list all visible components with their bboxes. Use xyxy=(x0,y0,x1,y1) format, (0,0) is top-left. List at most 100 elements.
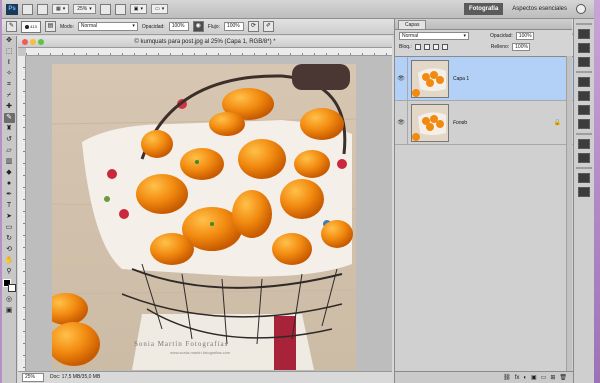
background-color[interactable] xyxy=(7,284,16,292)
mini-bridge-icon[interactable] xyxy=(37,3,48,15)
layers-panel: Capas Normal ▾ Opacidad: 100% Bloq.: Rell… xyxy=(394,19,573,383)
canvas-area[interactable]: Sonia Martín Fotografías www.sonia-marti… xyxy=(26,56,392,371)
opacity-field[interactable]: 100% xyxy=(168,22,189,31)
status-doc-size[interactable]: Doc: 17,5 MB/35,0 MB xyxy=(50,372,100,383)
blur-tool-icon[interactable]: ◆ xyxy=(4,168,15,178)
zoom-window-button[interactable] xyxy=(38,39,44,45)
horizontal-ruler[interactable] xyxy=(26,48,392,56)
type-tool-icon[interactable]: T xyxy=(4,201,15,211)
paths-icon[interactable] xyxy=(578,187,590,197)
healing-brush-tool-icon[interactable]: ✚ xyxy=(4,102,15,112)
3d-orbit-tool-icon[interactable]: ⟲ xyxy=(4,245,15,255)
histogram-icon[interactable] xyxy=(578,29,590,39)
new-group-icon[interactable]: ▭ xyxy=(541,374,547,381)
eraser-tool-icon[interactable]: ▱ xyxy=(4,146,15,156)
mode-select[interactable]: Normal ▾ xyxy=(77,22,138,31)
lock-pixels-icon[interactable] xyxy=(423,43,430,50)
quick-mask-icon[interactable]: ◎ xyxy=(4,295,15,305)
brush-panel-toggle[interactable]: ▤ xyxy=(45,21,56,32)
hand-tool-icon[interactable] xyxy=(99,3,111,15)
fill-field[interactable]: 100% xyxy=(512,42,531,51)
gradient-tool-icon[interactable]: ▥ xyxy=(4,157,15,167)
minimize-window-button[interactable] xyxy=(30,39,36,45)
layers-panel-tabbar: Capas xyxy=(395,19,572,30)
layer-name[interactable]: Fondo xyxy=(453,120,467,126)
actions-icon[interactable] xyxy=(578,153,590,163)
info-icon[interactable] xyxy=(578,57,590,67)
adjustments-icon[interactable] xyxy=(578,77,590,87)
kumquat-photo[interactable]: Sonia Martín Fotografías www.sonia-marti… xyxy=(52,64,356,370)
rotate-view-icon[interactable] xyxy=(114,3,126,15)
chevron-down-icon: ▾ xyxy=(89,6,92,12)
tab-layers[interactable]: Capas xyxy=(398,20,427,29)
document-window: © kumquats para post.jpg al 25% (Capa 1,… xyxy=(18,36,392,383)
screen-mode-icon[interactable]: ▣ xyxy=(4,306,15,316)
3d-rotate-tool-icon[interactable]: ↻ xyxy=(4,234,15,244)
screen-mode-dropdown[interactable]: ▭ ▾ xyxy=(151,4,169,14)
workspace-tab-essentials[interactable]: Aspectos esenciales xyxy=(507,3,572,15)
tool-preset-picker[interactable]: ✎ xyxy=(6,21,17,32)
brush-preset-picker[interactable]: 413 xyxy=(21,20,41,33)
zoom-tool-icon[interactable]: ⚲ xyxy=(4,267,15,277)
eyedropper-tool-icon[interactable]: ⌿ xyxy=(4,91,15,101)
layer-mask-icon[interactable]: ▣ xyxy=(531,374,537,381)
blend-mode-select[interactable]: Normal ▾ xyxy=(399,31,469,40)
quick-select-tool-icon[interactable]: ✧ xyxy=(4,69,15,79)
workspace-tab-photography[interactable]: Fotografía xyxy=(463,3,504,15)
airbrush-toggle[interactable]: ⟳ xyxy=(247,21,259,32)
trash-icon[interactable]: 🗑 xyxy=(559,374,567,381)
history-brush-tool-icon[interactable]: ↺ xyxy=(4,135,15,145)
pen-tool-icon[interactable]: ✒ xyxy=(4,190,15,200)
layer-name[interactable]: Capa 1 xyxy=(453,76,469,82)
layer-row-fondo[interactable]: 👁 Fondo 🔒 xyxy=(395,100,573,145)
pressure-size-toggle[interactable]: ✐ xyxy=(262,21,274,32)
brush-tool-icon[interactable]: ✎ xyxy=(3,113,15,123)
lock-all-icon[interactable] xyxy=(441,43,448,50)
channels-icon[interactable] xyxy=(578,173,590,183)
layer-opacity-field[interactable]: 100% xyxy=(515,31,534,40)
search-icon[interactable] xyxy=(576,4,586,14)
layer-thumbnail[interactable] xyxy=(411,103,449,142)
photoshop-logo: Ps xyxy=(6,3,18,15)
chevron-down-icon: ▾ xyxy=(161,6,165,12)
navigator-icon[interactable] xyxy=(578,43,590,53)
dodge-tool-icon[interactable]: ● xyxy=(4,179,15,189)
layer-opacity-label: Opacidad: xyxy=(490,32,513,39)
layer-thumbnail[interactable] xyxy=(411,59,449,98)
document-tab[interactable]: © kumquats para post.jpg al 25% (Capa 1,… xyxy=(18,36,392,48)
eye-icon[interactable]: 👁 xyxy=(395,75,407,82)
link-layers-icon[interactable]: ⛓ xyxy=(503,374,511,381)
layer-row-capa-1[interactable]: 👁 Capa 1 xyxy=(395,56,573,101)
swatches-icon[interactable] xyxy=(578,119,590,129)
path-select-tool-icon[interactable]: ➤ xyxy=(4,212,15,222)
move-tool-icon[interactable]: ✥ xyxy=(4,36,15,46)
clone-stamp-tool-icon[interactable]: ♜ xyxy=(4,124,15,134)
eye-icon[interactable]: 👁 xyxy=(395,119,407,126)
history-icon[interactable] xyxy=(578,139,590,149)
close-window-button[interactable] xyxy=(22,39,28,45)
view-extras-dropdown[interactable]: ▦ ▾ xyxy=(52,4,70,14)
pressure-opacity-toggle[interactable]: ◉ xyxy=(192,21,204,32)
shape-tool-icon[interactable]: ▭ xyxy=(4,223,15,233)
arrange-documents-dropdown[interactable]: ▣ ▾ xyxy=(129,4,148,14)
lasso-tool-icon[interactable]: ℓ xyxy=(4,58,15,68)
vertical-ruler[interactable] xyxy=(18,56,26,371)
lock-position-icon[interactable] xyxy=(432,43,439,50)
layer-thumbnail-image xyxy=(412,60,448,97)
styles-icon[interactable] xyxy=(578,105,590,115)
flow-field[interactable]: 100% xyxy=(223,22,244,31)
bridge-icon[interactable] xyxy=(22,3,33,15)
lock-transparency-icon[interactable] xyxy=(414,43,421,50)
mode-value: Normal xyxy=(80,23,98,29)
layer-style-icon[interactable]: fx xyxy=(515,375,520,381)
hand-tool-icon[interactable]: ✋ xyxy=(4,256,15,266)
status-zoom-field[interactable]: 25% xyxy=(22,373,44,382)
crop-tool-icon[interactable]: ⌗ xyxy=(4,80,15,90)
adjustment-layer-icon[interactable]: ◐ xyxy=(523,375,527,381)
layers-scrollbar[interactable] xyxy=(566,56,572,371)
masks-icon[interactable] xyxy=(578,91,590,101)
new-layer-icon[interactable]: ⊞ xyxy=(550,374,555,381)
color-swatches[interactable] xyxy=(2,279,16,293)
zoom-level-dropdown[interactable]: 25% ▾ xyxy=(73,4,96,14)
marquee-tool-icon[interactable]: ⬚ xyxy=(4,47,15,57)
